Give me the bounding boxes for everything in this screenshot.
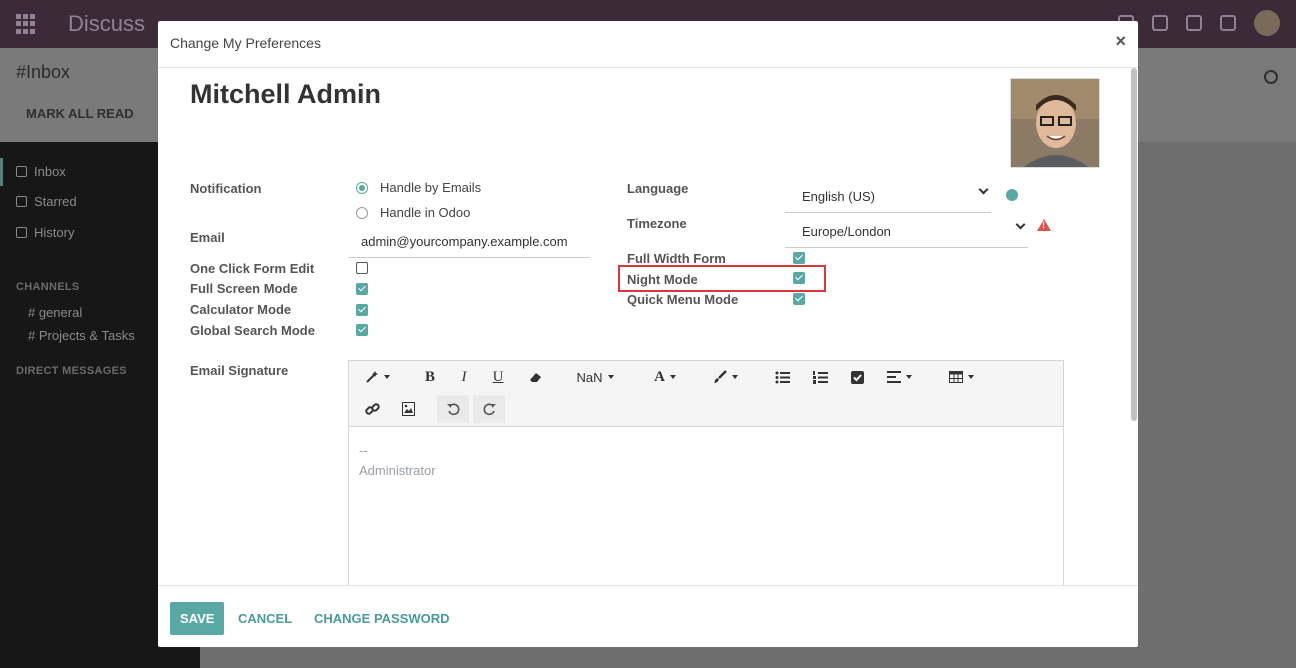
calculator-mode-label: Calculator Mode <box>190 302 292 317</box>
undo-button[interactable] <box>437 395 469 423</box>
global-search-mode-label: Global Search Mode <box>190 323 315 338</box>
global-search-mode-checkbox[interactable] <box>356 324 368 336</box>
magic-wand-icon <box>365 371 378 383</box>
table-dropdown[interactable] <box>943 363 979 391</box>
signature-content[interactable]: -- Administrator <box>359 441 436 481</box>
quick-menu-mode-label: Quick Menu Mode <box>627 292 739 307</box>
mark-all-read-button[interactable]: MARK ALL READ <box>16 104 144 123</box>
radio-handle-in-odoo[interactable]: Handle in Odoo <box>356 205 470 220</box>
channel-projects[interactable]: # Projects & Tasks <box>28 328 135 343</box>
underline-button[interactable]: U <box>487 363 509 391</box>
ordered-list-button[interactable] <box>809 363 831 391</box>
email-signature-label: Email Signature <box>190 363 289 378</box>
font-size-dropdown[interactable]: NaN <box>573 363 617 391</box>
checkbox-icon <box>850 370 864 384</box>
link-icon <box>364 402 380 415</box>
apps-menu-icon[interactable] <box>16 14 36 34</box>
timezone-label: Timezone <box>627 216 687 231</box>
italic-button[interactable]: I <box>453 363 475 391</box>
chevron-down-icon <box>978 184 989 195</box>
undo-icon <box>446 403 459 415</box>
dialog-footer: SAVE CANCEL CHANGE PASSWORD <box>158 585 1138 647</box>
night-mode-label: Night Mode <box>627 272 698 287</box>
email-field[interactable]: admin@yourcompany.example.com <box>348 228 590 258</box>
dialog-scrollbar[interactable] <box>1131 68 1137 421</box>
active-indicator <box>0 158 3 186</box>
preferences-dialog: Change My Preferences × Mitchell Admin N… <box>158 21 1138 647</box>
search-icon[interactable] <box>1264 70 1278 84</box>
expand-icon[interactable] <box>1220 15 1236 31</box>
timezone-select[interactable]: Europe/London <box>785 215 1028 248</box>
full-width-form-label: Full Width Form <box>627 251 726 266</box>
image-button[interactable] <box>397 395 419 423</box>
app-title: Discuss <box>68 11 146 36</box>
language-label: Language <box>627 181 689 196</box>
paintbrush-icon <box>713 370 727 383</box>
systray <box>1118 10 1280 36</box>
redo-button[interactable] <box>473 395 505 423</box>
full-width-form-checkbox[interactable] <box>793 252 805 264</box>
one-click-form-edit-label: One Click Form Edit <box>190 261 315 276</box>
direct-messages-header: DIRECT MESSAGES <box>16 365 127 377</box>
radio-handle-by-emails[interactable]: Handle by Emails <box>356 180 481 195</box>
history-icon <box>16 227 27 238</box>
notification-label: Notification <box>190 181 262 196</box>
eraser-icon <box>530 373 541 382</box>
user-photo[interactable] <box>1010 78 1100 168</box>
channels-header: CHANNELS <box>16 281 80 293</box>
editor-toolbar: B I U NaN A <box>349 361 1063 427</box>
signature-editor: B I U NaN A -- Administrator <box>348 360 1064 585</box>
dialog-title: Change My Preferences <box>170 35 321 51</box>
unordered-list-button[interactable] <box>771 363 793 391</box>
bookmark-icon[interactable] <box>1186 15 1202 31</box>
page-title: #Inbox <box>16 62 71 82</box>
table-icon <box>948 371 963 383</box>
dialog-body: Mitchell Admin Notification Handle by Em… <box>158 68 1138 585</box>
radio-button[interactable] <box>356 206 368 219</box>
warning-icon[interactable] <box>1037 219 1051 231</box>
style-dropdown[interactable] <box>361 363 393 391</box>
sidebar-item-starred[interactable]: Starred <box>16 194 77 209</box>
one-click-form-edit-checkbox[interactable] <box>356 262 368 274</box>
align-dropdown[interactable] <box>881 363 917 391</box>
chevron-down-icon <box>1015 219 1026 230</box>
user-name: Mitchell Admin <box>190 79 382 109</box>
channel-general[interactable]: # general <box>28 305 82 320</box>
remove-format-button[interactable] <box>525 363 547 391</box>
change-password-button[interactable]: CHANGE PASSWORD <box>314 602 450 635</box>
quick-menu-mode-checkbox[interactable] <box>793 293 805 305</box>
cancel-button[interactable]: CANCEL <box>238 602 292 635</box>
language-select[interactable]: English (US) <box>785 180 991 213</box>
full-screen-mode-checkbox[interactable] <box>356 283 368 295</box>
numbered-list-icon <box>812 370 828 384</box>
bold-button[interactable]: B <box>419 363 441 391</box>
globe-icon[interactable] <box>1006 189 1018 201</box>
redo-icon <box>483 403 496 415</box>
link-button[interactable] <box>361 395 383 423</box>
list-icon <box>775 371 790 383</box>
night-mode-checkbox[interactable] <box>793 272 805 284</box>
background-color-dropdown[interactable] <box>707 363 743 391</box>
image-icon <box>401 402 415 416</box>
checklist-button[interactable] <box>846 363 868 391</box>
dialog-header: Change My Preferences × <box>158 21 1138 68</box>
activity-icon[interactable] <box>1152 15 1168 31</box>
inbox-icon <box>16 166 27 177</box>
user-avatar[interactable] <box>1254 10 1280 36</box>
radio-button[interactable] <box>356 181 368 194</box>
sidebar-item-history[interactable]: History <box>16 225 74 240</box>
font-color-dropdown[interactable]: A <box>649 363 681 391</box>
sidebar-item-inbox[interactable]: Inbox <box>16 164 66 179</box>
email-label: Email <box>190 230 225 245</box>
save-button[interactable]: SAVE <box>170 602 225 635</box>
full-screen-mode-label: Full Screen Mode <box>190 281 298 296</box>
align-left-icon <box>886 371 901 383</box>
close-icon[interactable]: × <box>1115 32 1126 50</box>
star-icon <box>16 196 27 207</box>
calculator-mode-checkbox[interactable] <box>356 304 368 316</box>
